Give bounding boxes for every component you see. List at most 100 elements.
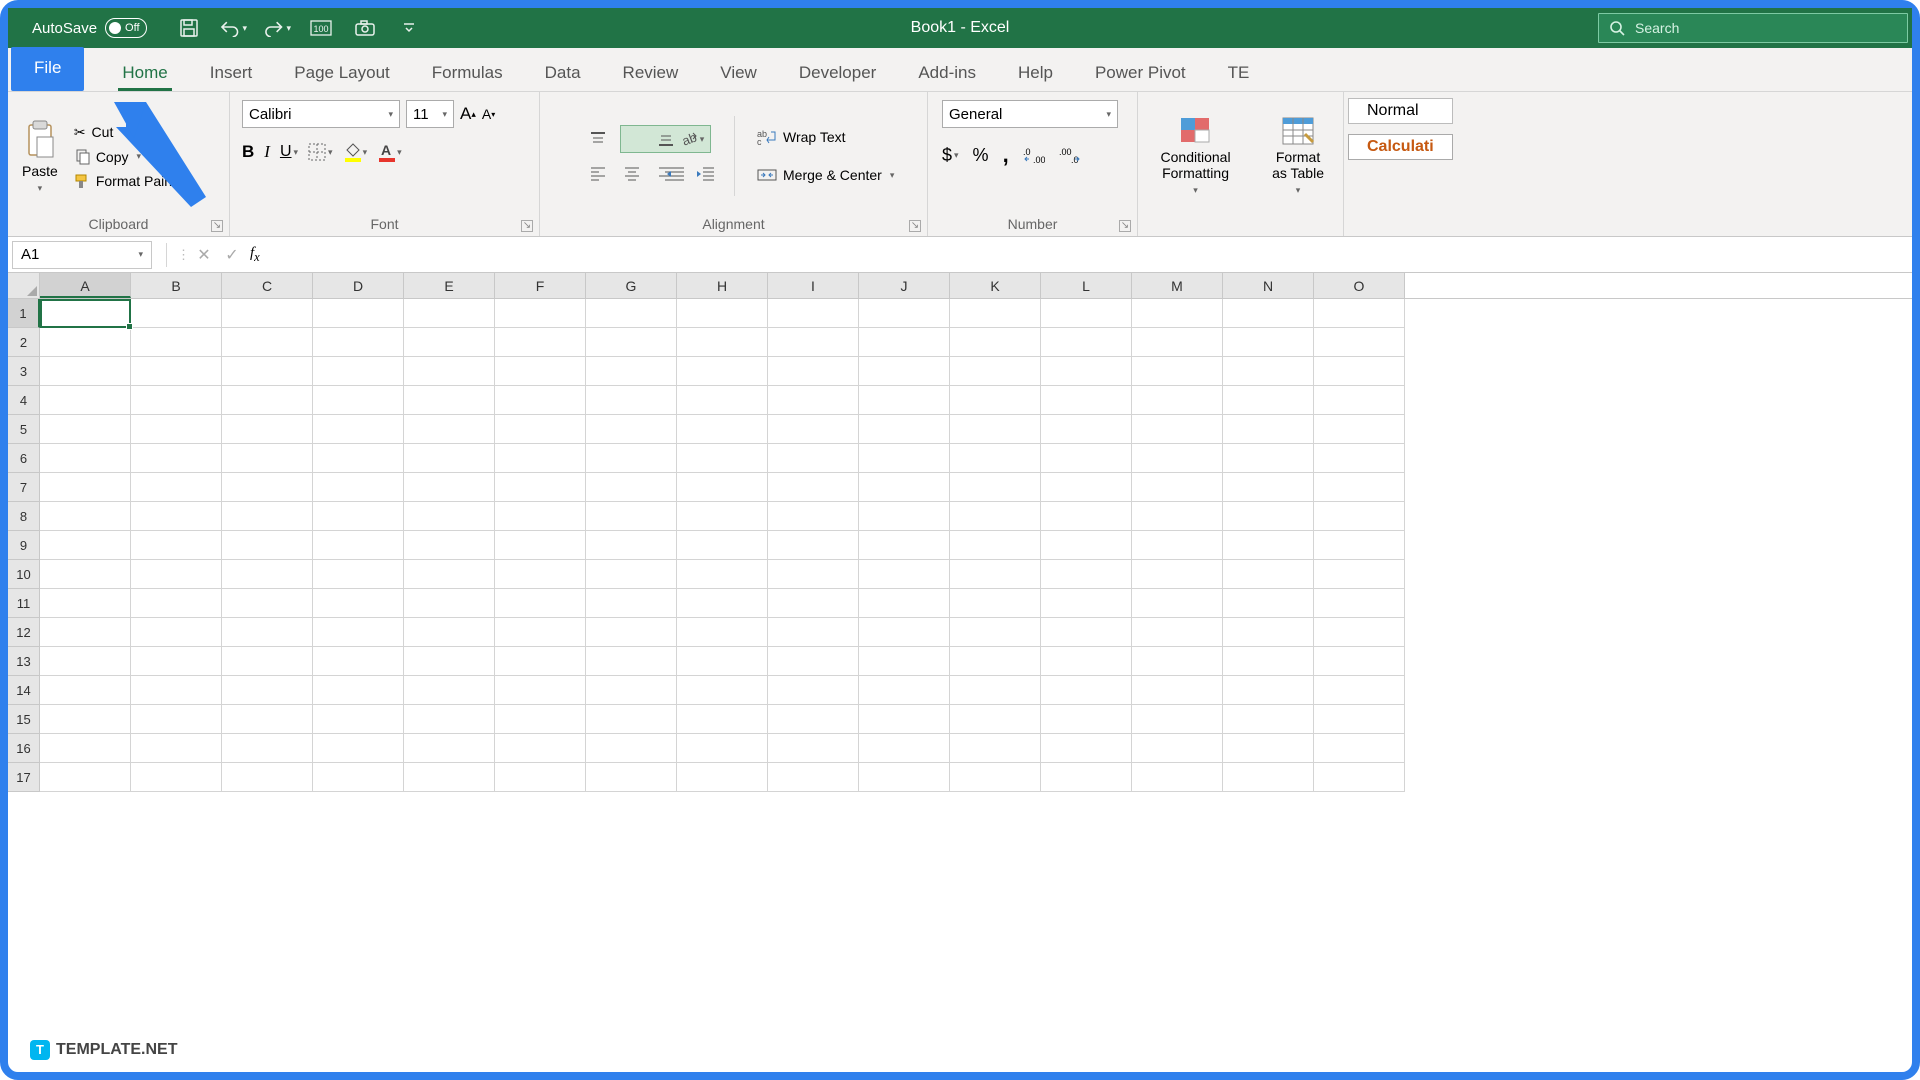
underline-button[interactable]: U▾ — [280, 143, 298, 161]
col-header-D[interactable]: D — [313, 273, 404, 298]
cell[interactable] — [1132, 763, 1223, 792]
cell[interactable] — [1314, 328, 1405, 357]
cell[interactable] — [586, 763, 677, 792]
cell[interactable] — [677, 415, 768, 444]
cell[interactable] — [1132, 531, 1223, 560]
tab-data[interactable]: Data — [541, 53, 585, 91]
cell[interactable] — [222, 299, 313, 328]
cell[interactable] — [768, 357, 859, 386]
cell[interactable] — [1223, 531, 1314, 560]
cell[interactable] — [950, 444, 1041, 473]
cell[interactable] — [40, 386, 131, 415]
cell[interactable] — [495, 473, 586, 502]
cell[interactable] — [495, 763, 586, 792]
redo-icon[interactable]: ▾ — [263, 14, 291, 42]
cell[interactable] — [1041, 531, 1132, 560]
tab-home[interactable]: Home — [118, 53, 171, 91]
cell[interactable] — [768, 415, 859, 444]
cell[interactable] — [859, 328, 950, 357]
qat-customize-icon[interactable] — [395, 14, 423, 42]
cell[interactable] — [677, 299, 768, 328]
row-header[interactable]: 15 — [8, 705, 40, 734]
cell[interactable] — [586, 415, 677, 444]
row-header[interactable]: 13 — [8, 647, 40, 676]
bold-button[interactable]: B — [242, 142, 254, 162]
row-header[interactable]: 1 — [8, 299, 40, 328]
cell[interactable] — [222, 734, 313, 763]
cell[interactable] — [1314, 386, 1405, 415]
cell[interactable] — [495, 415, 586, 444]
cell[interactable] — [404, 676, 495, 705]
fill-handle[interactable] — [126, 323, 133, 330]
cell[interactable] — [768, 531, 859, 560]
col-header-L[interactable]: L — [1041, 273, 1132, 298]
cell[interactable] — [1314, 560, 1405, 589]
cell[interactable] — [586, 444, 677, 473]
cell[interactable] — [1041, 618, 1132, 647]
cell[interactable] — [313, 531, 404, 560]
cell[interactable] — [40, 502, 131, 531]
cell[interactable] — [131, 386, 222, 415]
cell[interactable] — [131, 502, 222, 531]
cell[interactable] — [222, 386, 313, 415]
cell[interactable] — [586, 647, 677, 676]
row-header[interactable]: 10 — [8, 560, 40, 589]
cell[interactable] — [1132, 734, 1223, 763]
col-header-H[interactable]: H — [677, 273, 768, 298]
cell[interactable] — [1041, 444, 1132, 473]
cell[interactable] — [1223, 299, 1314, 328]
cell[interactable] — [313, 560, 404, 589]
col-header-A[interactable]: A — [40, 273, 131, 298]
cell[interactable] — [950, 560, 1041, 589]
paste-button[interactable]: Paste ▾ — [14, 96, 66, 216]
tab-file[interactable]: File — [11, 47, 84, 91]
cell[interactable] — [40, 676, 131, 705]
cell[interactable] — [1314, 473, 1405, 502]
cell[interactable] — [1223, 328, 1314, 357]
cell[interactable] — [586, 589, 677, 618]
cell[interactable] — [131, 531, 222, 560]
cell[interactable] — [950, 328, 1041, 357]
cell[interactable] — [495, 705, 586, 734]
style-normal[interactable]: Normal — [1348, 98, 1453, 124]
cell[interactable] — [859, 618, 950, 647]
cell[interactable] — [1041, 502, 1132, 531]
format-as-table-button[interactable]: Format as Table▾ — [1259, 96, 1337, 216]
dialog-launcher-icon[interactable]: ↘ — [909, 220, 921, 232]
cell[interactable] — [131, 647, 222, 676]
camera-icon[interactable] — [351, 14, 379, 42]
cut-button[interactable]: ✂Cut — [70, 123, 193, 142]
cell[interactable] — [1223, 444, 1314, 473]
cell[interactable] — [1314, 299, 1405, 328]
cell[interactable] — [404, 328, 495, 357]
cell[interactable] — [950, 386, 1041, 415]
cell[interactable] — [1314, 647, 1405, 676]
cell[interactable] — [1041, 328, 1132, 357]
name-box[interactable]: A1▾ — [12, 241, 152, 269]
style-calculation[interactable]: Calculati — [1348, 134, 1453, 160]
cell[interactable] — [1041, 589, 1132, 618]
cell[interactable] — [677, 734, 768, 763]
orientation-button[interactable]: ab▾ — [666, 129, 716, 149]
cell[interactable] — [40, 589, 131, 618]
cell[interactable] — [1314, 502, 1405, 531]
cell[interactable] — [859, 473, 950, 502]
cell[interactable] — [222, 357, 313, 386]
cell[interactable] — [40, 357, 131, 386]
cell[interactable] — [768, 473, 859, 502]
cell[interactable] — [1223, 502, 1314, 531]
cell[interactable] — [859, 299, 950, 328]
cell[interactable] — [586, 386, 677, 415]
cell[interactable] — [495, 299, 586, 328]
cell[interactable] — [313, 734, 404, 763]
cell[interactable] — [586, 502, 677, 531]
number-format-combo[interactable]: General▾ — [942, 100, 1118, 128]
cell[interactable] — [950, 705, 1041, 734]
cell[interactable] — [404, 618, 495, 647]
row-header[interactable]: 2 — [8, 328, 40, 357]
cell[interactable] — [131, 589, 222, 618]
cell[interactable] — [404, 502, 495, 531]
cell[interactable] — [222, 560, 313, 589]
cell[interactable] — [677, 589, 768, 618]
increase-indent-icon[interactable] — [696, 165, 716, 183]
